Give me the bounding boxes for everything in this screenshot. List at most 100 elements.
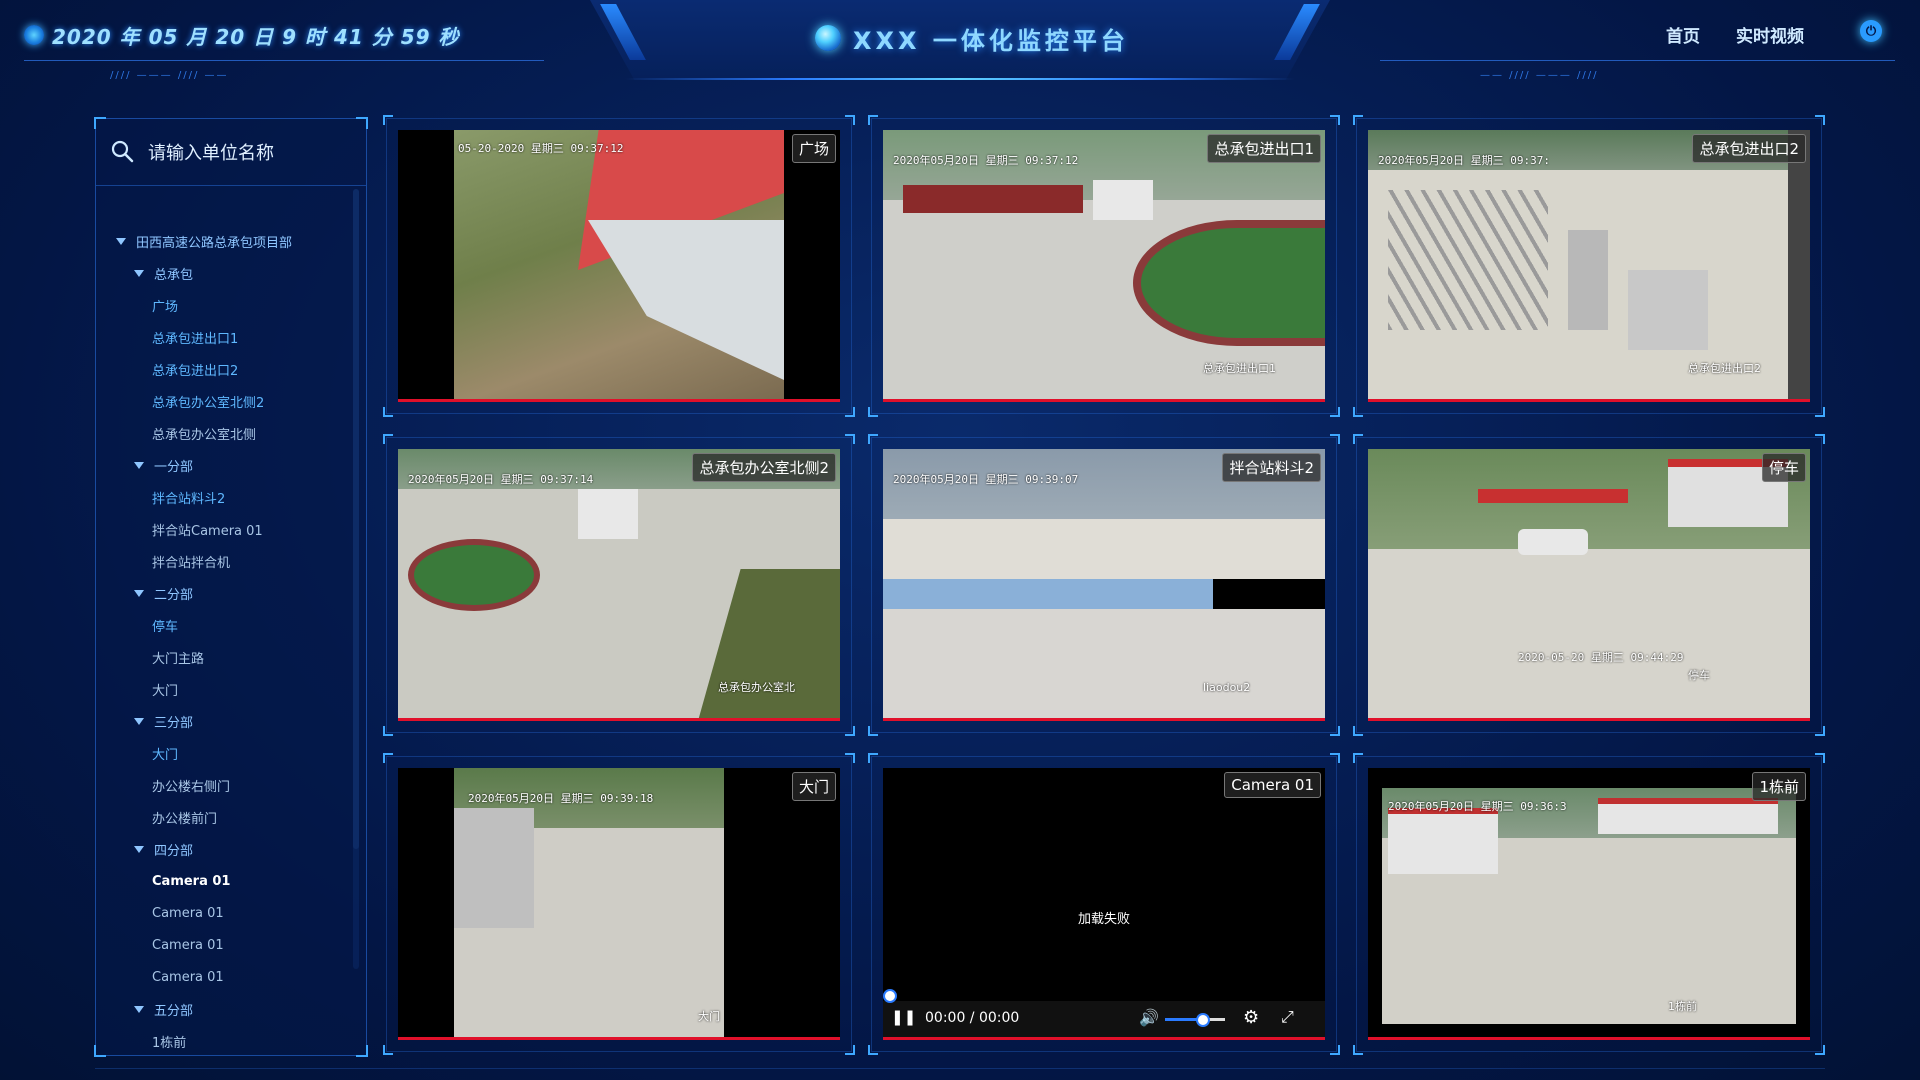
corner-decoration [1330,115,1340,125]
video-player[interactable]: 2020年05月20日 星期三 09:37:12 总承包进出口1 总承包进出口1 [883,130,1325,402]
video-player[interactable]: 2020年05月20日 星期三 09:39:18 大门 大门 [398,768,840,1040]
tree-leaf-camera[interactable]: Camera 01 [152,869,230,893]
volume-slider[interactable] [1165,1013,1225,1027]
tree-node-group[interactable]: 五分部 [134,997,193,1021]
tree-leaf-camera[interactable]: 广场 [152,293,178,317]
caret-down-icon[interactable] [134,269,144,277]
corner-decoration [1330,434,1340,444]
tree-leaf-camera[interactable]: 大门 [152,741,178,765]
caret-down-icon[interactable] [134,589,144,597]
caret-down-icon[interactable] [134,845,144,853]
corner-decoration [845,753,855,763]
corner-decoration [1815,115,1825,125]
tree-leaf-camera[interactable]: 大门 [152,677,178,701]
search-input[interactable] [146,137,360,169]
tree-item-label: 广场 [152,299,179,315]
corner-decoration [868,726,878,736]
tree-node-group[interactable]: 三分部 [134,709,193,733]
volume-icon[interactable]: 🔊 [1139,1008,1159,1027]
sidebar: 田西高速公路总承包项目部总承包广场总承包进出口1 总承包进出口2 总承包办公室北侧2… [94,117,368,1057]
search-icon[interactable] [110,139,134,163]
corner-decoration [845,115,855,125]
tree-scrollbar[interactable] [353,189,359,969]
caret-down-icon[interactable] [116,237,126,245]
corner-decoration [1330,1045,1340,1055]
header-rule-right [1380,60,1895,61]
corner-decoration [1353,407,1363,417]
corner-decoration [1815,434,1825,444]
video-timestamp: 2020年05月20日 星期三 09:37: [1378,154,1550,167]
video-player[interactable]: 2020-05-20 星期三 09:44:29 停车 停车 [1368,449,1810,721]
video-channel-label: 停车 [1761,453,1806,482]
video-player[interactable]: 2020年05月20日 星期三 09:39:07 liaodou2 拌合站料斗2 [883,449,1325,721]
corner-decoration [1353,115,1363,125]
tree-leaf-camera[interactable]: 办公楼右侧门 [152,773,230,797]
power-icon[interactable]: ⏻ [1860,20,1882,42]
tree-leaf-camera[interactable]: Camera 01 [152,965,224,989]
tree-node-group[interactable]: 二分部 [134,581,193,605]
tree-scrollbar-thumb[interactable] [353,189,359,849]
tree-leaf-camera[interactable]: 总承包办公室北侧2 [152,389,264,413]
tree-item-label: 拌合站拌合机 [152,555,231,571]
time-display: 00:00 / 00:00 [925,1010,1020,1026]
caret-down-icon[interactable] [134,1005,144,1013]
logo-icon [815,25,841,51]
tree-leaf-camera[interactable]: 停车 [152,613,178,637]
caret-down-icon[interactable] [134,717,144,725]
tree-item-label: 总承包 [154,267,194,283]
progress-handle[interactable] [883,989,897,1003]
search-bar [96,119,366,186]
video-cell: 2020年05月20日 星期三 09:39:18 大门 大门 [383,753,855,1055]
tree-node-group[interactable]: 田西高速公路总承包项目部 [116,229,292,253]
tree-item-label: 办公楼前门 [152,811,218,827]
tree-node-group[interactable]: 四分部 [134,837,193,861]
video-player[interactable]: 加载失败 ❚❚ 00:00 / 00:00 🔊 ⚙ ⤢ Camera 01 [883,768,1325,1040]
video-osd-caption: liaodou2 [1203,681,1251,694]
tree-node-group[interactable]: 总承包 [134,261,193,285]
tree-item-label: 1栋前 [152,1035,187,1050]
video-osd-caption: 总承包办公室北 [718,681,795,694]
corner-decoration [356,1045,368,1057]
caret-down-icon[interactable] [134,461,144,469]
video-player[interactable]: 2020年05月20日 星期三 09:37: 总承包进出口2 总承包进出口2 [1368,130,1810,402]
unit-tree: 田西高速公路总承包项目部总承包广场总承包进出口1 总承包进出口2 总承包办公室北侧2… [96,229,351,1049]
tree-item-label: 大门主路 [152,651,205,667]
video-timestamp: 2020年05月20日 星期三 09:37:12 [893,154,1079,167]
video-osd-caption: 1栋前 [1668,1000,1697,1013]
tree-leaf-camera[interactable]: 总承包进出口1 [152,325,238,349]
tree-leaf-camera[interactable]: 拌合站料斗2 [152,485,225,509]
tree-leaf-camera[interactable]: 拌合站拌合机 [152,549,230,573]
tree-item-label: 大门 [152,683,179,699]
fullscreen-icon[interactable]: ⤢ [1281,1007,1294,1027]
tree-item-label: 拌合站料斗2 [152,491,226,507]
tree-leaf-camera[interactable]: Camera 01 [152,933,224,957]
tree-leaf-camera[interactable]: 办公楼前门 [152,805,217,829]
tree-item-label: 大门 [152,747,179,763]
tree-item-label: Camera 01 [152,937,224,953]
video-channel-label: 1栋前 [1752,772,1806,801]
pause-icon[interactable]: ❚❚ [891,1008,916,1026]
tree-leaf-camera[interactable]: 总承包办公室北侧 [152,421,256,445]
tree-leaf-camera[interactable]: 总承包进出口2 [152,357,238,381]
video-osd-caption: 停车 [1688,669,1710,682]
video-player[interactable]: 2020年05月20日 星期三 09:36:3 1栋前 1栋前 [1368,768,1810,1040]
settings-gear-icon[interactable]: ⚙ [1243,1007,1259,1028]
nav-home[interactable]: 首页 [1666,22,1700,47]
tree-leaf-camera[interactable]: Camera 01 [152,901,224,925]
video-player[interactable]: 2020年05月20日 星期三 09:37:14 总承包办公室北 总承包办公室北侧2 [398,449,840,721]
page-title: XXX 一体化监控平台 [815,20,1129,56]
video-cell: 2020年05月20日 星期三 09:36:3 1栋前 1栋前 [1353,753,1825,1055]
video-cell: 加载失败 ❚❚ 00:00 / 00:00 🔊 ⚙ ⤢ Camera 01 [868,753,1340,1055]
video-timestamp: 2020年05月20日 星期三 09:39:07 [893,473,1079,486]
volume-knob[interactable] [1196,1013,1210,1027]
tree-leaf-camera[interactable]: 1栋前 [152,1029,187,1050]
corner-decoration [1353,726,1363,736]
tree-leaf-camera[interactable]: 拌合站Camera 01 [152,517,263,541]
tree-item-label: 二分部 [154,587,194,603]
corner-decoration [1353,1045,1363,1055]
nav-live-video[interactable]: 实时视频 [1736,22,1804,47]
tree-node-group[interactable]: 一分部 [134,453,193,477]
tree-item-label: 总承包办公室北侧2 [152,395,265,411]
tree-leaf-camera[interactable]: 大门主路 [152,645,204,669]
video-player[interactable]: 05-20-2020 星期三 09:37:12 广场 [398,130,840,402]
